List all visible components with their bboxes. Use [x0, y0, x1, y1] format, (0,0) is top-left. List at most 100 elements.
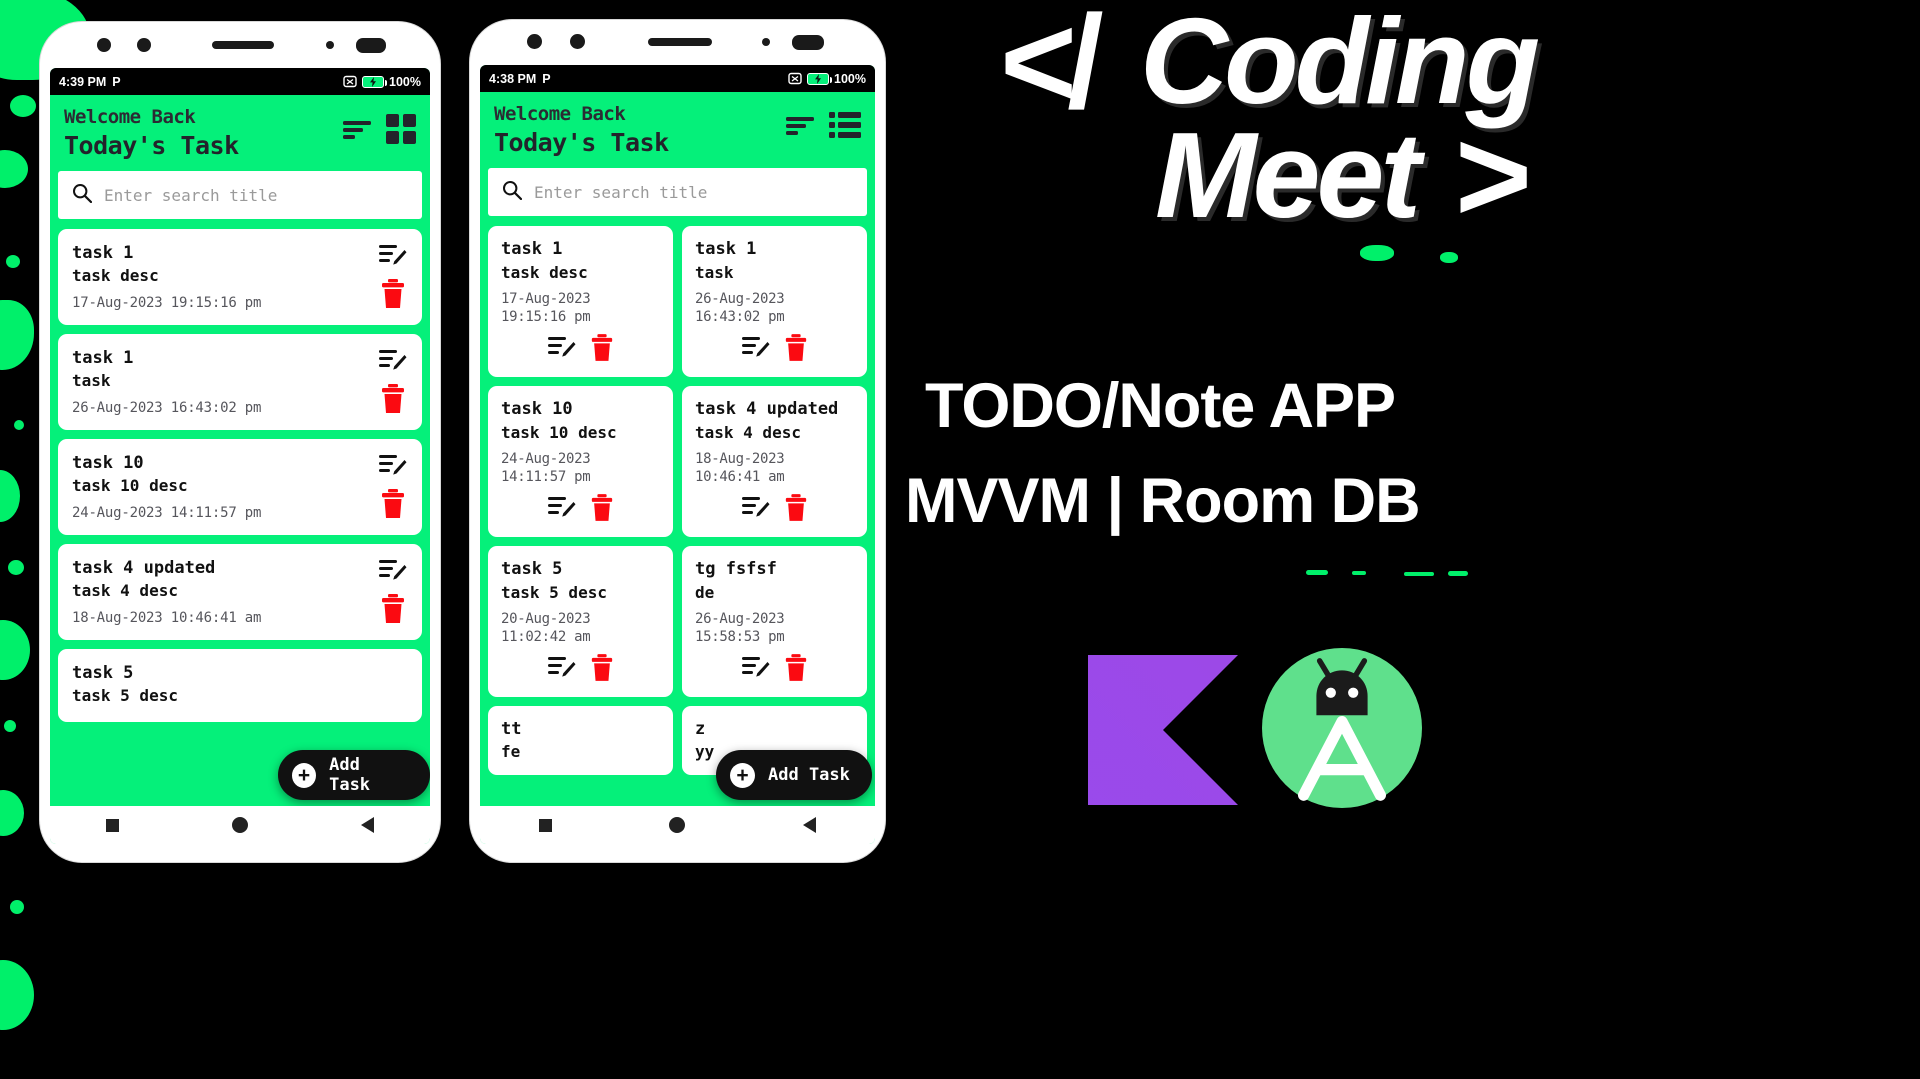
- edit-icon[interactable]: [741, 655, 770, 685]
- task-desc: task 10 desc: [501, 422, 617, 442]
- task-title: task 1: [501, 239, 563, 260]
- splatter-blob: [6, 255, 20, 268]
- brand-logo-block: </ Coding Meet >: [1000, 0, 1580, 252]
- screenshot-root: 4:39 PM P 100% Welcome Back Today's Task…: [0, 0, 1920, 1079]
- delete-icon[interactable]: [784, 494, 808, 526]
- triangle-back-icon[interactable]: [803, 817, 817, 833]
- edit-icon[interactable]: [547, 495, 576, 525]
- splatter-blob: [1352, 571, 1366, 575]
- earpiece-speaker: [212, 41, 274, 49]
- square-icon[interactable]: [106, 818, 120, 832]
- task-title: z: [695, 719, 706, 740]
- task-actions: [501, 334, 660, 366]
- task-grid-item[interactable]: task 1 task desc 17-Aug-2023 19:15:16 pm: [488, 226, 673, 378]
- task-grid-item[interactable]: task 1 task 26-Aug-2023 16:43:02 pm: [682, 226, 867, 378]
- plus-icon: +: [292, 762, 317, 788]
- task-time: 16:43:02 pm: [695, 309, 785, 326]
- task-date: 26-Aug-2023: [695, 290, 785, 307]
- add-task-label: Add Task: [768, 765, 850, 785]
- splatter-blob: [8, 560, 24, 575]
- battery-icon: [807, 72, 833, 85]
- task-grid-item[interactable]: task 10 task 10 desc 24-Aug-2023 14:11:5…: [488, 386, 673, 538]
- search-bar[interactable]: Enter search title: [58, 171, 422, 220]
- task-desc: task: [72, 371, 111, 391]
- task-grid-item[interactable]: tg fsfsf de 26-Aug-2023 15:58:53 pm: [682, 546, 867, 698]
- delete-icon[interactable]: [380, 593, 406, 628]
- delete-icon[interactable]: [590, 494, 614, 526]
- task-list-item[interactable]: task 10 task 10 desc 24-Aug-2023 14:11:5…: [58, 438, 422, 535]
- delete-icon[interactable]: [784, 654, 808, 686]
- task-date: 20-Aug-2023: [501, 610, 591, 627]
- camera-dot: [527, 34, 542, 49]
- square-icon[interactable]: [538, 818, 552, 832]
- task-date: 18-Aug-2023: [695, 450, 785, 467]
- task-title: task 1: [72, 348, 134, 369]
- status-bar: 4:38 PM P 100%: [480, 65, 875, 92]
- task-date: 18-Aug-2023 10:46:41 am: [72, 609, 262, 626]
- delete-icon[interactable]: [590, 654, 614, 686]
- task-desc: task 10 desc: [72, 476, 188, 496]
- list-view-icon[interactable]: [829, 111, 861, 143]
- task-list-item[interactable]: task 1 task desc 17-Aug-2023 19:15:16 pm: [58, 229, 422, 326]
- sort-icon[interactable]: [785, 115, 815, 139]
- splatter-blob: [1448, 571, 1468, 576]
- task-list-item[interactable]: task 4 updated task 4 desc 18-Aug-2023 1…: [58, 543, 422, 640]
- search-input[interactable]: Enter search title: [104, 186, 277, 205]
- edit-icon[interactable]: [379, 453, 407, 483]
- task-title: task 1: [695, 239, 757, 260]
- task-list-item[interactable]: task 5 task 5 desc: [58, 648, 422, 722]
- search-icon: [72, 183, 93, 207]
- task-list-item[interactable]: task 1 task 26-Aug-2023 16:43:02 pm: [58, 334, 422, 430]
- phone-grid-view: 4:38 PM P 100% Welcome Back Today's Task…: [470, 20, 885, 862]
- task-grid-item[interactable]: task 4 updated task 4 desc 18-Aug-2023 1…: [682, 386, 867, 538]
- edit-icon[interactable]: [547, 655, 576, 685]
- search-input[interactable]: Enter search title: [534, 183, 707, 202]
- sensor-dot: [326, 41, 334, 49]
- no-sim-icon: [788, 72, 802, 85]
- edit-icon[interactable]: [379, 558, 407, 588]
- task-grid-item[interactable]: tt fe: [488, 706, 673, 775]
- triangle-back-icon[interactable]: [360, 817, 374, 833]
- circle-icon[interactable]: [669, 817, 686, 833]
- task-desc: fe: [501, 742, 521, 762]
- add-task-button[interactable]: + Add Task: [716, 750, 872, 800]
- add-task-label: Add Task: [329, 755, 371, 795]
- edit-icon[interactable]: [379, 348, 407, 378]
- search-bar[interactable]: Enter search title: [488, 168, 867, 217]
- task-date: 17-Aug-2023: [501, 290, 591, 307]
- task-date: 26-Aug-2023 16:43:02 pm: [72, 399, 262, 416]
- battery-percent: 100%: [389, 74, 421, 89]
- status-time: 4:38 PM: [489, 71, 537, 86]
- task-desc: task desc: [501, 262, 588, 282]
- add-task-button[interactable]: + Add Task: [278, 750, 430, 800]
- task-grid: task 1 task desc 17-Aug-2023 19:15:16 pm…: [480, 216, 875, 775]
- task-grid-item[interactable]: task 5 task 5 desc 20-Aug-2023 11:02:42 …: [488, 546, 673, 698]
- headline-line-2: MVVM | Room DB: [905, 466, 1421, 536]
- delete-icon[interactable]: [380, 488, 406, 523]
- task-date: 26-Aug-2023: [695, 610, 785, 627]
- delete-icon[interactable]: [380, 384, 406, 418]
- edit-icon[interactable]: [547, 335, 576, 365]
- delete-icon[interactable]: [380, 279, 406, 313]
- sort-icon[interactable]: [342, 119, 372, 143]
- task-title: tt: [501, 719, 522, 740]
- splatter-blob: [14, 420, 24, 430]
- delete-icon[interactable]: [784, 334, 808, 366]
- plus-icon: +: [730, 762, 755, 788]
- circle-icon[interactable]: [231, 817, 248, 833]
- task-desc: task: [695, 262, 734, 282]
- carrier-icon: P: [542, 71, 551, 86]
- battery-percent: 100%: [834, 71, 866, 86]
- splatter-blob: [1404, 572, 1434, 576]
- brand-word-meet: Meet: [1155, 107, 1421, 243]
- task-time: 10:46:41 am: [695, 468, 785, 485]
- edit-icon[interactable]: [741, 495, 770, 525]
- task-desc: task desc: [72, 266, 159, 286]
- task-actions: [695, 654, 854, 686]
- grid-view-icon[interactable]: [386, 114, 416, 148]
- delete-icon[interactable]: [590, 334, 614, 366]
- edit-icon[interactable]: [741, 335, 770, 365]
- page-title: Today's Task: [494, 127, 669, 157]
- edit-icon[interactable]: [379, 243, 407, 273]
- kotlin-logo: [1088, 655, 1238, 805]
